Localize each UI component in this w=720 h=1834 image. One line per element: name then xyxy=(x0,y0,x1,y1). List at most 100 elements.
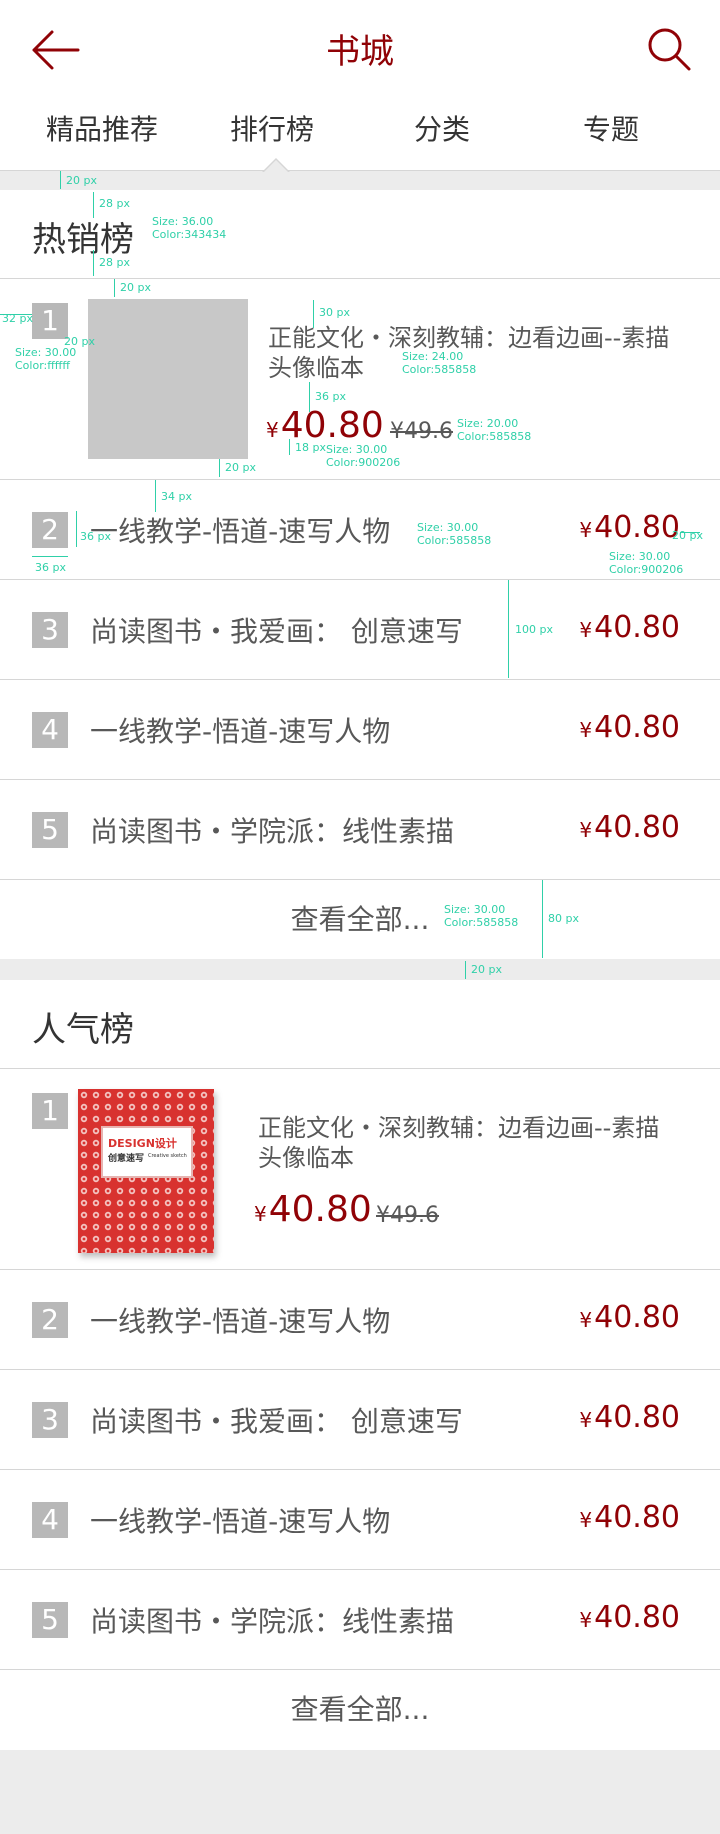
hot-item-5[interactable]: 5 尚读图书・学院派：线性素描 ¥40.80 xyxy=(0,780,720,880)
book-title: 正能文化・深刻教辅：边看边画--素描头像临本 xyxy=(268,324,670,382)
book-title: 尚读图书・我爱画： 创意速写 xyxy=(90,1405,463,1438)
annotation-label: 20 px xyxy=(120,281,151,294)
cover-title: 创意速写 xyxy=(108,1154,145,1164)
cover-pattern xyxy=(78,1089,214,1253)
tab-categories[interactable]: 分类 xyxy=(414,108,470,148)
book-price: ¥40.80 xyxy=(579,1300,680,1335)
measure-line xyxy=(155,480,156,512)
annotation-label: 34 px xyxy=(161,490,192,503)
measure-line xyxy=(60,171,61,189)
rank-badge: 4 xyxy=(32,712,68,748)
annotation-label: 28 px xyxy=(99,197,130,210)
annotation-label: Size: 36.00 Color:343434 xyxy=(152,215,227,241)
search-icon[interactable] xyxy=(646,26,692,72)
cover-subtitle: Creative sketch xyxy=(148,1153,187,1159)
annotation-label: Size: 30.00 Color:585858 xyxy=(444,903,519,929)
book-title: 一线教学-悟道-速写人物 xyxy=(90,1505,391,1538)
popular-item-1[interactable]: 1 DESIGN设计 创意速写 Creative sketch 正能文化・深刻教… xyxy=(0,1069,720,1270)
popular-list-header: 人气榜 xyxy=(0,980,720,1069)
rank-badge: 1 xyxy=(32,303,68,339)
book-title: 尚读图书・我爱画： 创意速写 xyxy=(90,615,463,648)
book-title: 尚读图书・学院派：线性素描 xyxy=(90,815,455,848)
book-price: ¥40.80 xyxy=(579,1500,680,1535)
measure-line xyxy=(32,556,68,557)
book-cover-image: DESIGN设计 创意速写 Creative sketch xyxy=(78,1089,214,1253)
measure-line xyxy=(289,439,290,455)
tab-topics[interactable]: 专题 xyxy=(583,108,639,148)
book-price: ¥40.80 xyxy=(266,405,384,446)
measure-line xyxy=(465,961,466,979)
book-title: 一线教学-悟道-速写人物 xyxy=(90,515,391,548)
measure-line xyxy=(219,459,220,477)
popular-list-title: 人气榜 xyxy=(32,1010,134,1050)
app-header: 书城 xyxy=(0,0,720,100)
annotation-label: 36 px xyxy=(315,390,346,403)
rank-badge: 2 xyxy=(32,512,68,548)
annotation-label: 28 px xyxy=(99,256,130,269)
book-price: ¥40.80 xyxy=(579,510,680,545)
annotation-label: Size: 30.00 Color:900206 xyxy=(609,550,684,576)
annotation-label: 80 px xyxy=(548,912,579,925)
book-price: ¥40.80 xyxy=(579,810,680,845)
annotation-label: 36 px xyxy=(35,561,66,574)
rank-badge: 2 xyxy=(32,1302,68,1338)
book-price: ¥40.80 xyxy=(579,610,680,645)
popular-item-3[interactable]: 3 尚读图书・我爱画： 创意速写 ¥40.80 xyxy=(0,1370,720,1470)
book-price: ¥40.80 xyxy=(579,1400,680,1435)
book-title: 尚读图书・学院派：线性素描 xyxy=(90,1605,455,1638)
book-cover-placeholder xyxy=(88,299,248,459)
annotation-label: 36 px xyxy=(80,530,111,543)
popular-item-2[interactable]: 2 一线教学-悟道-速写人物 ¥40.80 xyxy=(0,1270,720,1370)
annotation-label: 20 px xyxy=(225,461,256,474)
popular-item-4[interactable]: 4 一线教学-悟道-速写人物 ¥40.80 xyxy=(0,1470,720,1570)
rank-badge: 5 xyxy=(32,812,68,848)
rank-badge: 3 xyxy=(32,612,68,648)
book-price: ¥40.80 xyxy=(254,1189,372,1230)
page-title: 书城 xyxy=(326,32,394,72)
annotation-label: Size: 20.00 Color:585858 xyxy=(457,417,532,443)
measure-line xyxy=(313,300,314,328)
rank-badge: 1 xyxy=(32,1093,68,1129)
annotation-label: 20 px xyxy=(672,529,703,542)
measure-line xyxy=(508,580,509,678)
rank-badge: 5 xyxy=(32,1602,68,1638)
book-original-price: ¥49.6 xyxy=(376,1203,439,1228)
book-original-price: ¥49.6 xyxy=(390,419,453,444)
rank-badge: 4 xyxy=(32,1502,68,1538)
measure-line xyxy=(114,279,115,297)
book-title: 一线教学-悟道-速写人物 xyxy=(90,1305,391,1338)
hot-item-4[interactable]: 4 一线教学-悟道-速写人物 ¥40.80 xyxy=(0,680,720,780)
tab-featured[interactable]: 精品推荐 xyxy=(46,108,158,148)
annotation-label: 20 px xyxy=(66,174,97,187)
measure-line xyxy=(93,192,94,218)
book-title: 正能文化・深刻教辅：边看边画--素描头像临本 xyxy=(258,1114,660,1172)
annotation-label: 30 px xyxy=(319,306,350,319)
measure-line xyxy=(93,250,94,276)
annotation-label: Size: 30.00 Color:585858 xyxy=(417,521,492,547)
measure-line xyxy=(76,511,77,547)
book-title: 一线教学-悟道-速写人物 xyxy=(90,715,391,748)
popular-item-5[interactable]: 5 尚读图书・学院派：线性素描 ¥40.80 xyxy=(0,1570,720,1670)
hot-list-title: 热销榜 xyxy=(32,220,134,260)
annotation-label: Size: 24.00 Color:585858 xyxy=(402,350,477,376)
measure-line xyxy=(309,382,310,412)
view-all-link[interactable]: 查看全部... xyxy=(0,880,720,960)
annotation-label: 100 px xyxy=(515,623,553,636)
view-all-link[interactable]: 查看全部... xyxy=(0,1670,720,1750)
rank-badge: 3 xyxy=(32,1402,68,1438)
annotation-label: Size: 30.00 Color:900206 xyxy=(326,443,401,469)
hot-item-3[interactable]: 3 尚读图书・我爱画： 创意速写 ¥40.80 xyxy=(0,580,720,680)
popular-list-section: 人气榜 1 DESIGN设计 创意速写 Creative sketch 正能文化… xyxy=(0,980,720,1750)
tab-rankings[interactable]: 排行榜 xyxy=(230,108,314,148)
book-price: ¥40.80 xyxy=(579,710,680,745)
cover-brand: DESIGN设计 xyxy=(108,1137,177,1150)
currency-symbol: ¥ xyxy=(266,418,279,442)
book-price: ¥40.80 xyxy=(579,1600,680,1635)
annotation-label: 32 px xyxy=(2,312,33,325)
annotation-label: Size: 30.00 Color:ffffff xyxy=(15,346,77,372)
annotation-label: 20 px xyxy=(471,963,502,976)
tab-bar: 精品推荐 排行榜 分类 专题 xyxy=(0,100,720,171)
annotation-label: 18 px xyxy=(295,441,326,454)
active-tab-indicator-fill xyxy=(264,160,288,172)
measure-line xyxy=(542,880,543,958)
